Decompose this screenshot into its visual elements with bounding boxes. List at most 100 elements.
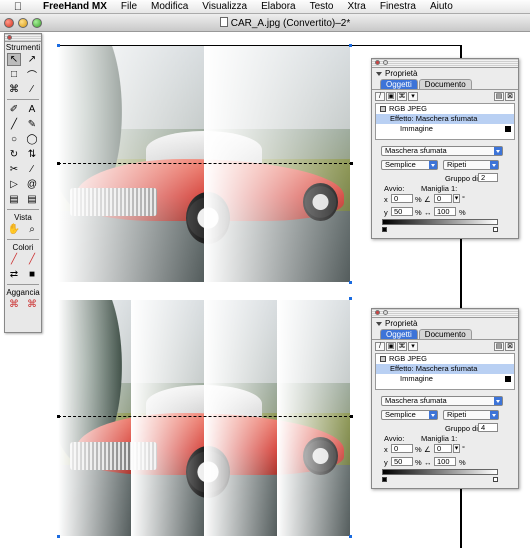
close-icon[interactable] [375,60,380,65]
tab-documento[interactable]: Documento [418,329,472,339]
list-item[interactable]: Effetto: Maschera sfumata [376,114,514,124]
length-field[interactable]: 100 [434,207,456,216]
length-field[interactable]: 100 [434,457,456,466]
car-image-masked-2[interactable] [58,46,350,282]
knife-tool-icon[interactable]: ∕ [25,163,39,176]
gradient-start-handle[interactable] [57,162,60,165]
menu-testo[interactable]: Testo [303,1,341,12]
duplicate-item-icon[interactable]: ▤ [494,92,504,101]
add-fill-icon[interactable]: ▣ [386,342,396,351]
gradient-end-handle[interactable] [350,162,353,165]
angle-dropdown-icon[interactable]: ▾ [453,444,460,453]
properties-panel-titlebar[interactable] [372,59,518,68]
eyedropper-tool-icon[interactable]: ∕ [25,83,39,96]
gradient-end-handle[interactable] [350,415,353,418]
scale-tool-icon[interactable]: ⇅ [25,148,39,161]
collapse-icon[interactable] [383,60,388,65]
close-icon[interactable] [375,310,380,315]
disclosure-triangle-icon[interactable] [376,71,382,76]
list-item[interactable]: Immagine [376,124,514,134]
effect-select[interactable]: Maschera sfumata [381,146,503,156]
gradient-stop-end[interactable] [493,477,498,482]
gradient-stop-end[interactable] [493,227,498,232]
close-icon[interactable] [7,35,12,40]
gradient-ramp[interactable] [382,469,498,475]
menu-aiuto[interactable]: Aiuto [423,1,460,12]
eraser-tool-icon[interactable]: ✂ [7,163,21,176]
line-tool-icon[interactable]: ╱ [7,118,21,131]
selection-point[interactable] [349,297,352,300]
blend-tool-icon[interactable]: ▤ [7,193,21,206]
list-item[interactable]: RGB JPEG [376,354,514,364]
properties-header[interactable]: Proprietà [372,68,518,79]
chart-tool-icon[interactable]: ▤ [25,193,39,206]
tab-documento[interactable]: Documento [418,79,472,89]
apple-menu-icon[interactable]:  [10,1,26,13]
zoom-tool-icon[interactable]: ⌕ [25,223,39,236]
add-stroke-icon[interactable]: / [375,342,385,351]
selection-point[interactable] [349,281,352,284]
properties-header[interactable]: Proprietà [372,318,518,329]
snap-to-point-icon[interactable]: ⌘ [7,298,21,311]
snap-to-object-icon[interactable]: ⌘ [25,298,39,311]
angle-dropdown-icon[interactable]: ▾ [453,194,460,203]
mode-select[interactable]: Semplice [381,410,438,420]
swap-colors-icon[interactable]: ⇄ [7,268,21,281]
rotate-tool-icon[interactable]: ↻ [7,148,21,161]
tab-oggetti[interactable]: Oggetti [380,79,418,89]
crop-tool-icon[interactable]: ⌘ [7,83,21,96]
effect-select[interactable]: Maschera sfumata [381,396,503,406]
gruppo-field[interactable]: 2 [478,173,498,182]
menu-elabora[interactable]: Elabora [254,1,302,12]
add-stroke-icon[interactable]: / [375,92,385,101]
add-fill-icon[interactable]: ▣ [386,92,396,101]
pen-tool-icon[interactable]: ✐ [7,103,21,116]
tools-panel-titlebar[interactable] [5,34,41,42]
selection-point[interactable] [57,44,60,47]
hand-tool-icon[interactable]: ✋ [7,223,21,236]
menu-modifica[interactable]: Modifica [144,1,195,12]
y-field[interactable]: 50 [391,207,413,216]
menu-finestra[interactable]: Finestra [373,1,423,12]
lasso-select-tool-icon[interactable]: ◯ [25,133,39,146]
pencil-tool-icon[interactable]: ✎ [25,118,39,131]
selection-point[interactable] [349,44,352,47]
ellipse-tool-icon[interactable]: ○ [7,133,21,146]
properties-panel-titlebar[interactable] [372,309,518,318]
text-tool-icon[interactable]: A [25,103,39,116]
color-swatch[interactable] [505,126,511,132]
stroke-color-icon[interactable]: ╱ [7,253,21,266]
add-effect-icon[interactable]: ⌘ [397,342,407,351]
gradient-stop-start[interactable] [382,227,387,232]
gradient-stop-start[interactable] [382,477,387,482]
selection-point[interactable] [349,535,352,538]
lasso-tool-icon[interactable]: ⌒ [25,68,39,82]
pointer-tool-icon[interactable]: ↖ [7,53,21,66]
gradient-handle-line[interactable] [58,163,352,164]
disclosure-triangle-icon[interactable] [376,321,382,326]
add-effect-icon[interactable]: ⌘ [397,92,407,101]
angle-field[interactable]: 0 [434,444,452,453]
collapse-icon[interactable] [383,310,388,315]
fill-none-icon[interactable]: ╱ [25,253,39,266]
trash-icon[interactable]: ⊠ [505,342,515,351]
repeat-select[interactable]: Ripeti [443,160,499,170]
angle-field[interactable]: 0 [434,194,452,203]
subselect-tool-icon[interactable]: ↗ [25,53,39,66]
car-image-masked-4[interactable] [58,300,350,536]
menu-app-name[interactable]: FreeHand MX [36,1,114,12]
menu-visualizza[interactable]: Visualizza [195,1,254,12]
gradient-handle-line[interactable] [58,416,352,417]
x-field[interactable]: 0 [391,194,413,203]
options-icon[interactable]: ▾ [408,342,418,351]
list-item[interactable]: RGB JPEG [376,104,514,114]
selection-point[interactable] [57,535,60,538]
trash-icon[interactable]: ⊠ [505,92,515,101]
fill-color-icon[interactable]: ■ [25,268,39,281]
gruppo-field[interactable]: 4 [478,423,498,432]
menu-file[interactable]: File [114,1,144,12]
y-field[interactable]: 50 [391,457,413,466]
menu-xtra[interactable]: Xtra [341,1,373,12]
gradient-start-handle[interactable] [57,415,60,418]
options-icon[interactable]: ▾ [408,92,418,101]
